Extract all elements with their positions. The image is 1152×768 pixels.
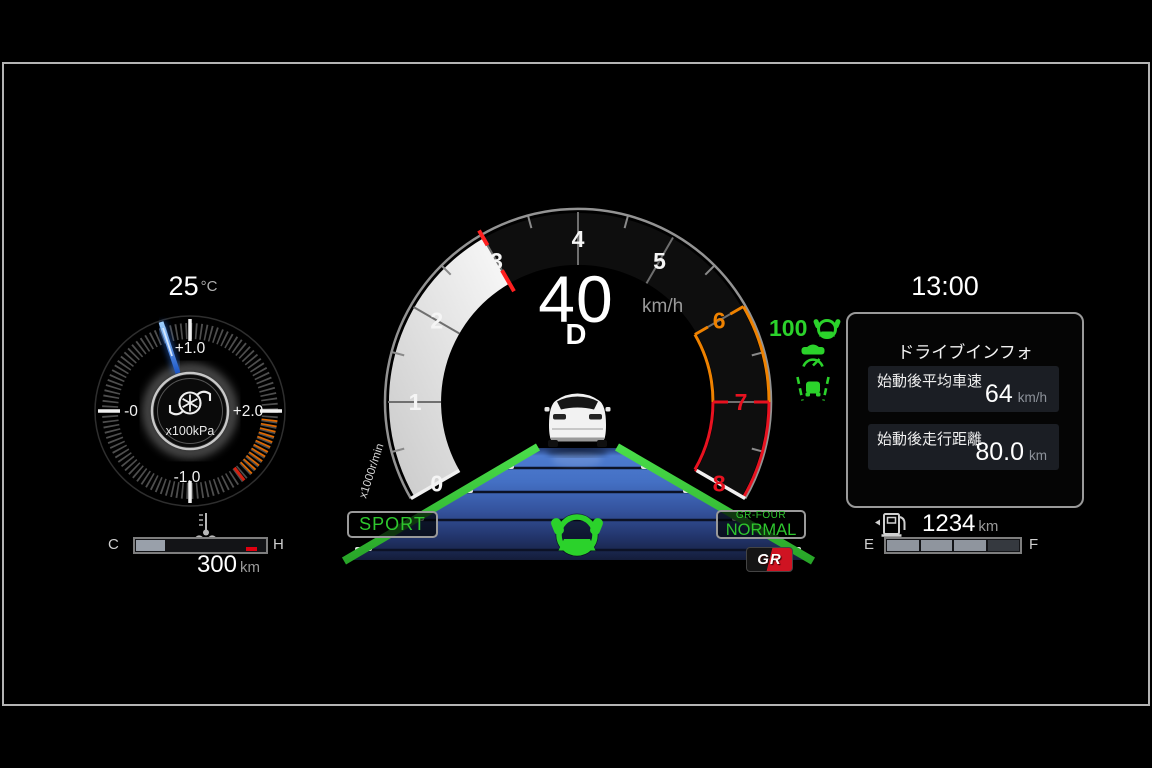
- odometer-value: 300: [197, 551, 237, 578]
- coolant-max-label: H: [273, 536, 284, 553]
- fuel-segment-2: [921, 540, 953, 551]
- coolant-level-fill: [136, 540, 165, 551]
- fuel-range: 1234km: [922, 510, 998, 538]
- trip-distance-unit: km: [1029, 448, 1047, 463]
- coolant-min-label: C: [108, 536, 119, 553]
- avg-speed-label: 始動後平均車速: [877, 370, 982, 391]
- drive-info-title: ドライブインフォ: [848, 338, 1082, 363]
- range-value: 1234: [922, 510, 975, 537]
- awd-system-label: GR-FOUR: [736, 511, 786, 521]
- fuel-segment-1: [887, 540, 919, 551]
- drive-mode-badge: SPORT: [347, 511, 438, 538]
- range-unit: km: [978, 518, 998, 535]
- trip-distance-value: 80.0: [975, 438, 1024, 467]
- adas-set-speed: 100: [769, 315, 807, 342]
- odometer-unit: km: [240, 559, 260, 576]
- awd-mode-badge: GR-FOUR NORMAL: [716, 510, 806, 539]
- instrument-cluster: +1.0 -0 +2.0 -1.0 x100kPa: [0, 0, 1152, 768]
- outside-temp-unit: °C: [201, 278, 218, 295]
- fuel-min-label: E: [864, 536, 874, 553]
- drive-info-row-distance: 始動後走行距離 80.0 km: [868, 424, 1059, 470]
- odometer: 300km: [130, 551, 260, 579]
- gr-logo-text: GR: [757, 551, 782, 568]
- speed-unit: km/h: [642, 296, 683, 318]
- drive-info-panel: ドライブインフォ 始動後平均車速 64 km/h 始動後走行距離 80.0 km: [846, 312, 1084, 508]
- awd-mode-label: NORMAL: [726, 522, 797, 539]
- fuel-gauge-bar: [884, 537, 1022, 554]
- trip-distance-label: 始動後走行距離: [877, 428, 982, 449]
- gear-indicator: D: [493, 319, 659, 352]
- outside-temperature: 25°C: [120, 271, 266, 302]
- drive-info-row-avg-speed: 始動後平均車速 64 km/h: [868, 366, 1059, 412]
- gr-logo: GR: [746, 547, 793, 572]
- fuel-segment-3: [954, 540, 986, 551]
- drive-mode-label: SPORT: [359, 514, 426, 535]
- avg-speed-value: 64: [985, 380, 1013, 409]
- fuel-segment-4: [988, 540, 1020, 551]
- outside-temp-value: 25: [169, 271, 199, 301]
- clock: 13:00: [845, 271, 1045, 302]
- avg-speed-unit: km/h: [1018, 390, 1047, 405]
- fuel-max-label: F: [1029, 536, 1038, 553]
